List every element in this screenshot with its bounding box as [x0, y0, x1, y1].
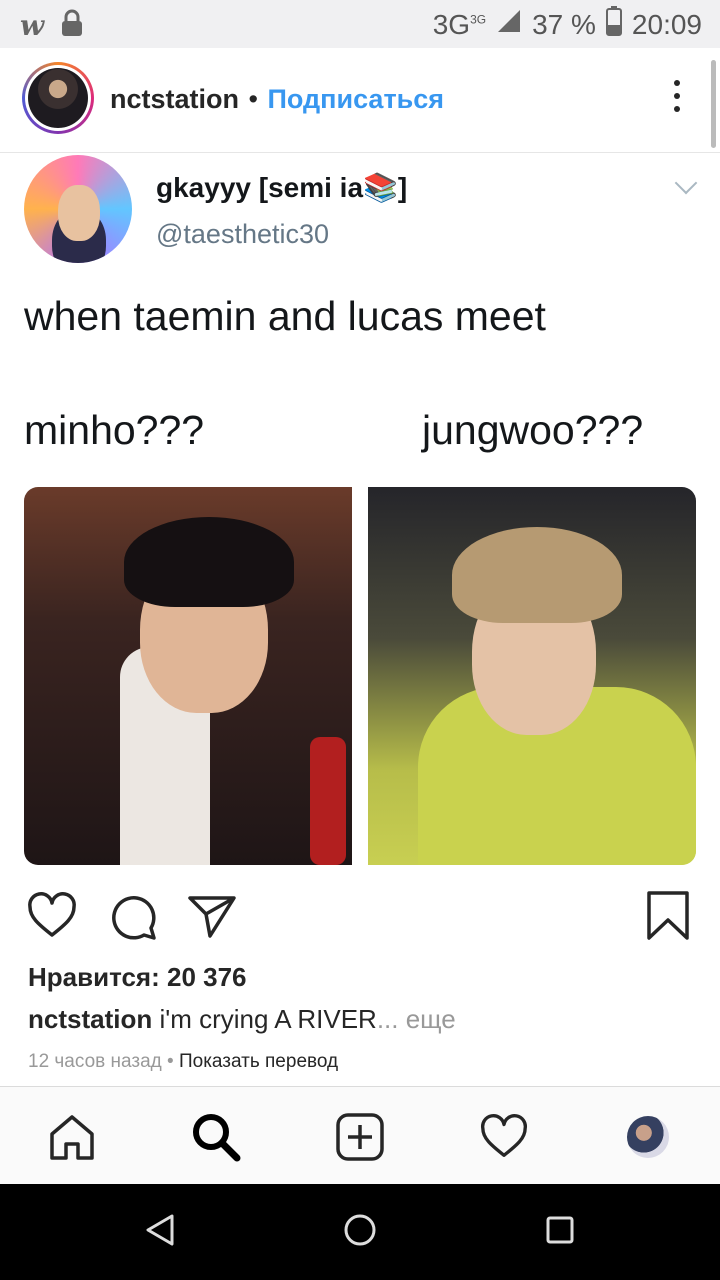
left-photo-label: minho??? — [24, 407, 205, 453]
timestamp: 12 часов назад — [28, 1051, 162, 1072]
home-circle-icon[interactable] — [342, 1212, 378, 1253]
show-translation-link[interactable]: Показать перевод — [179, 1051, 338, 1072]
recents-icon[interactable] — [544, 1212, 576, 1253]
battery-level: 37 % — [532, 8, 596, 40]
tweet-handle: @taesthetic30 — [156, 219, 330, 249]
clock: 20:09 — [631, 8, 702, 40]
post-header: nctstation • Подписаться — [0, 48, 720, 152]
battery-icon — [605, 6, 622, 43]
send-icon[interactable] — [186, 890, 238, 942]
tweet-text: when taemin and lucas meet — [24, 293, 546, 339]
home-icon[interactable] — [44, 1109, 100, 1165]
bottom-navigation — [0, 1086, 720, 1184]
more-options-icon[interactable] — [674, 80, 684, 119]
caption: nctstation i'm crying A RIVER... еще — [28, 1004, 456, 1035]
author-avatar[interactable] — [22, 62, 94, 134]
back-icon[interactable] — [144, 1212, 176, 1253]
author-username[interactable]: nctstation — [110, 84, 239, 114]
network-type: 3G3G — [432, 8, 487, 40]
wattpad-icon: w — [20, 9, 45, 42]
right-photo-label: jungwoo??? — [422, 407, 644, 453]
post-meta: 12 часов назад • Показать перевод — [28, 1051, 338, 1073]
caption-text: i'm crying A RIVER — [152, 1004, 377, 1034]
tweet-display-name: gkayyy [semi ia📚] — [156, 172, 408, 203]
system-navigation-bar — [0, 1184, 720, 1280]
lock-icon — [60, 8, 84, 43]
action-bar — [0, 878, 720, 958]
tweet-avatar — [24, 155, 132, 263]
meta-separator: • — [161, 1051, 179, 1072]
signal-icon — [496, 8, 522, 41]
activity-heart-icon[interactable] — [476, 1109, 532, 1165]
caption-username[interactable]: nctstation — [28, 1004, 152, 1034]
likes-count[interactable]: Нравится: 20 376 — [28, 962, 247, 993]
avatar — [627, 1116, 669, 1158]
heart-icon[interactable] — [26, 890, 78, 942]
left-photo — [24, 487, 352, 865]
chevron-down-icon — [674, 171, 698, 195]
status-bar: w 3G3G 37 % 20:09 — [0, 0, 720, 48]
add-post-icon[interactable] — [332, 1109, 388, 1165]
post-image[interactable]: gkayyy [semi ia📚] @taesthetic30 when tae… — [0, 152, 720, 878]
separator-dot: • — [248, 84, 258, 114]
follow-button[interactable]: Подписаться — [268, 84, 445, 114]
scrollbar[interactable] — [711, 60, 716, 148]
bookmark-icon[interactable] — [644, 890, 692, 942]
right-photo — [368, 487, 696, 865]
profile-tab[interactable] — [620, 1109, 676, 1165]
comment-icon[interactable] — [106, 890, 158, 942]
search-icon[interactable] — [188, 1109, 244, 1165]
more-link[interactable]: ... еще — [377, 1004, 456, 1034]
